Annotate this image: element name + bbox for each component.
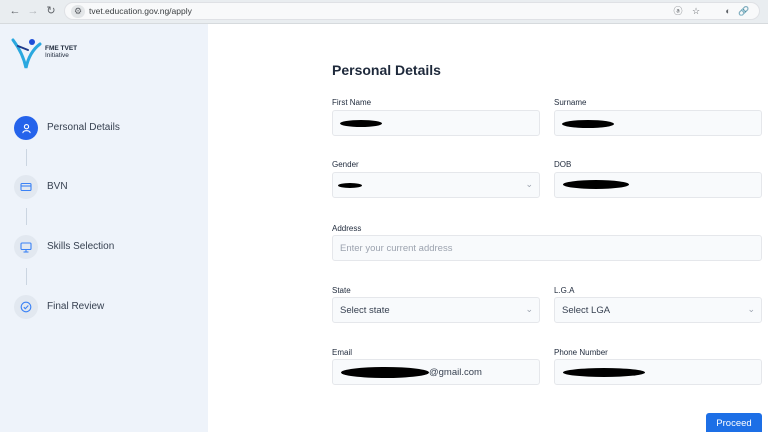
translate-icon[interactable]: ⓐ: [671, 5, 685, 18]
state-label: State: [332, 286, 351, 295]
chevron-down-icon: ⌄: [525, 304, 533, 314]
redaction-mark: [562, 120, 614, 128]
redaction-mark: [563, 180, 629, 189]
personal-details-form: Personal Details First Name Surname Gend…: [208, 24, 768, 432]
phone-label: Phone Number: [554, 348, 608, 357]
address-placeholder: Enter your current address: [340, 243, 453, 254]
logo-mark-icon: [11, 38, 42, 69]
phone-input[interactable]: [554, 359, 762, 385]
chevron-down-icon: ⌄: [525, 179, 533, 189]
bookmark-star-icon[interactable]: ☆: [689, 5, 703, 18]
proceed-button[interactable]: Proceed: [706, 413, 762, 432]
address-input[interactable]: Enter your current address: [332, 235, 762, 261]
step-connector: [26, 268, 27, 285]
redaction-mark: [563, 368, 645, 377]
email-label: Email: [332, 348, 353, 357]
surname-input[interactable]: [554, 110, 762, 136]
lga-select-value: Select LGA: [562, 305, 611, 316]
gender-select[interactable]: ⌄: [332, 172, 540, 198]
logo-text-line2: Initiative: [45, 52, 69, 59]
redaction-mark: [338, 183, 362, 188]
redaction-mark: [341, 367, 429, 378]
first-name-label: First Name: [332, 98, 372, 107]
email-suffix: @gmail.com: [429, 367, 482, 378]
address-bar[interactable]: ⚙ tvet.education.gov.ng/apply ⓐ ☆ ◐ 🔗: [64, 2, 760, 20]
sidebar-step-bvn[interactable]: BVN: [14, 175, 204, 199]
step-label: Personal Details: [47, 122, 120, 133]
redaction-mark: [340, 120, 382, 127]
check-circle-icon: [14, 295, 38, 319]
fme-tvet-logo[interactable]: FME TVET Initiative: [10, 36, 90, 72]
forward-icon[interactable]: →: [26, 4, 40, 18]
dob-input[interactable]: [554, 172, 762, 198]
browser-toolbar: ← → ↻ ⚙ tvet.education.gov.ng/apply ⓐ ☆ …: [0, 0, 768, 24]
extension-icon[interactable]: ◐: [721, 5, 735, 18]
gender-label: Gender: [332, 160, 359, 169]
step-label: Final Review: [47, 301, 105, 312]
sidebar-step-skills-selection[interactable]: Skills Selection: [14, 235, 204, 259]
url-text[interactable]: tvet.education.gov.ng/apply: [89, 6, 192, 16]
email-input[interactable]: @gmail.com: [332, 359, 540, 385]
first-name-input[interactable]: [332, 110, 540, 136]
address-label: Address: [332, 224, 362, 233]
page-title: Personal Details: [332, 62, 441, 78]
step-connector: [26, 208, 27, 225]
user-icon: [14, 116, 38, 140]
lga-select[interactable]: Select LGA ⌄: [554, 297, 762, 323]
state-select-value: Select state: [340, 305, 390, 316]
card-icon: [14, 175, 38, 199]
monitor-icon: [14, 235, 38, 259]
chevron-down-icon: ⌄: [747, 304, 755, 314]
step-label: Skills Selection: [47, 241, 115, 252]
link-icon[interactable]: 🔗: [737, 5, 751, 18]
dob-label: DOB: [554, 160, 572, 169]
sidebar-step-final-review[interactable]: Final Review: [14, 295, 204, 319]
step-connector: [26, 149, 27, 166]
state-select[interactable]: Select state ⌄: [332, 297, 540, 323]
step-label: BVN: [47, 181, 68, 192]
sidebar-step-personal-details[interactable]: Personal Details: [14, 116, 204, 140]
reload-icon[interactable]: ↻: [44, 4, 58, 18]
back-icon[interactable]: ←: [8, 4, 22, 18]
site-info-icon[interactable]: ⚙: [71, 5, 85, 18]
logo-text-line1: FME TVET: [45, 45, 78, 52]
logo-text: FME TVET Initiative: [45, 45, 77, 59]
sidebar: FME TVET Initiative Personal Details BVN…: [0, 24, 208, 432]
surname-label: Surname: [554, 98, 587, 107]
lga-label: L.G.A: [554, 286, 575, 295]
